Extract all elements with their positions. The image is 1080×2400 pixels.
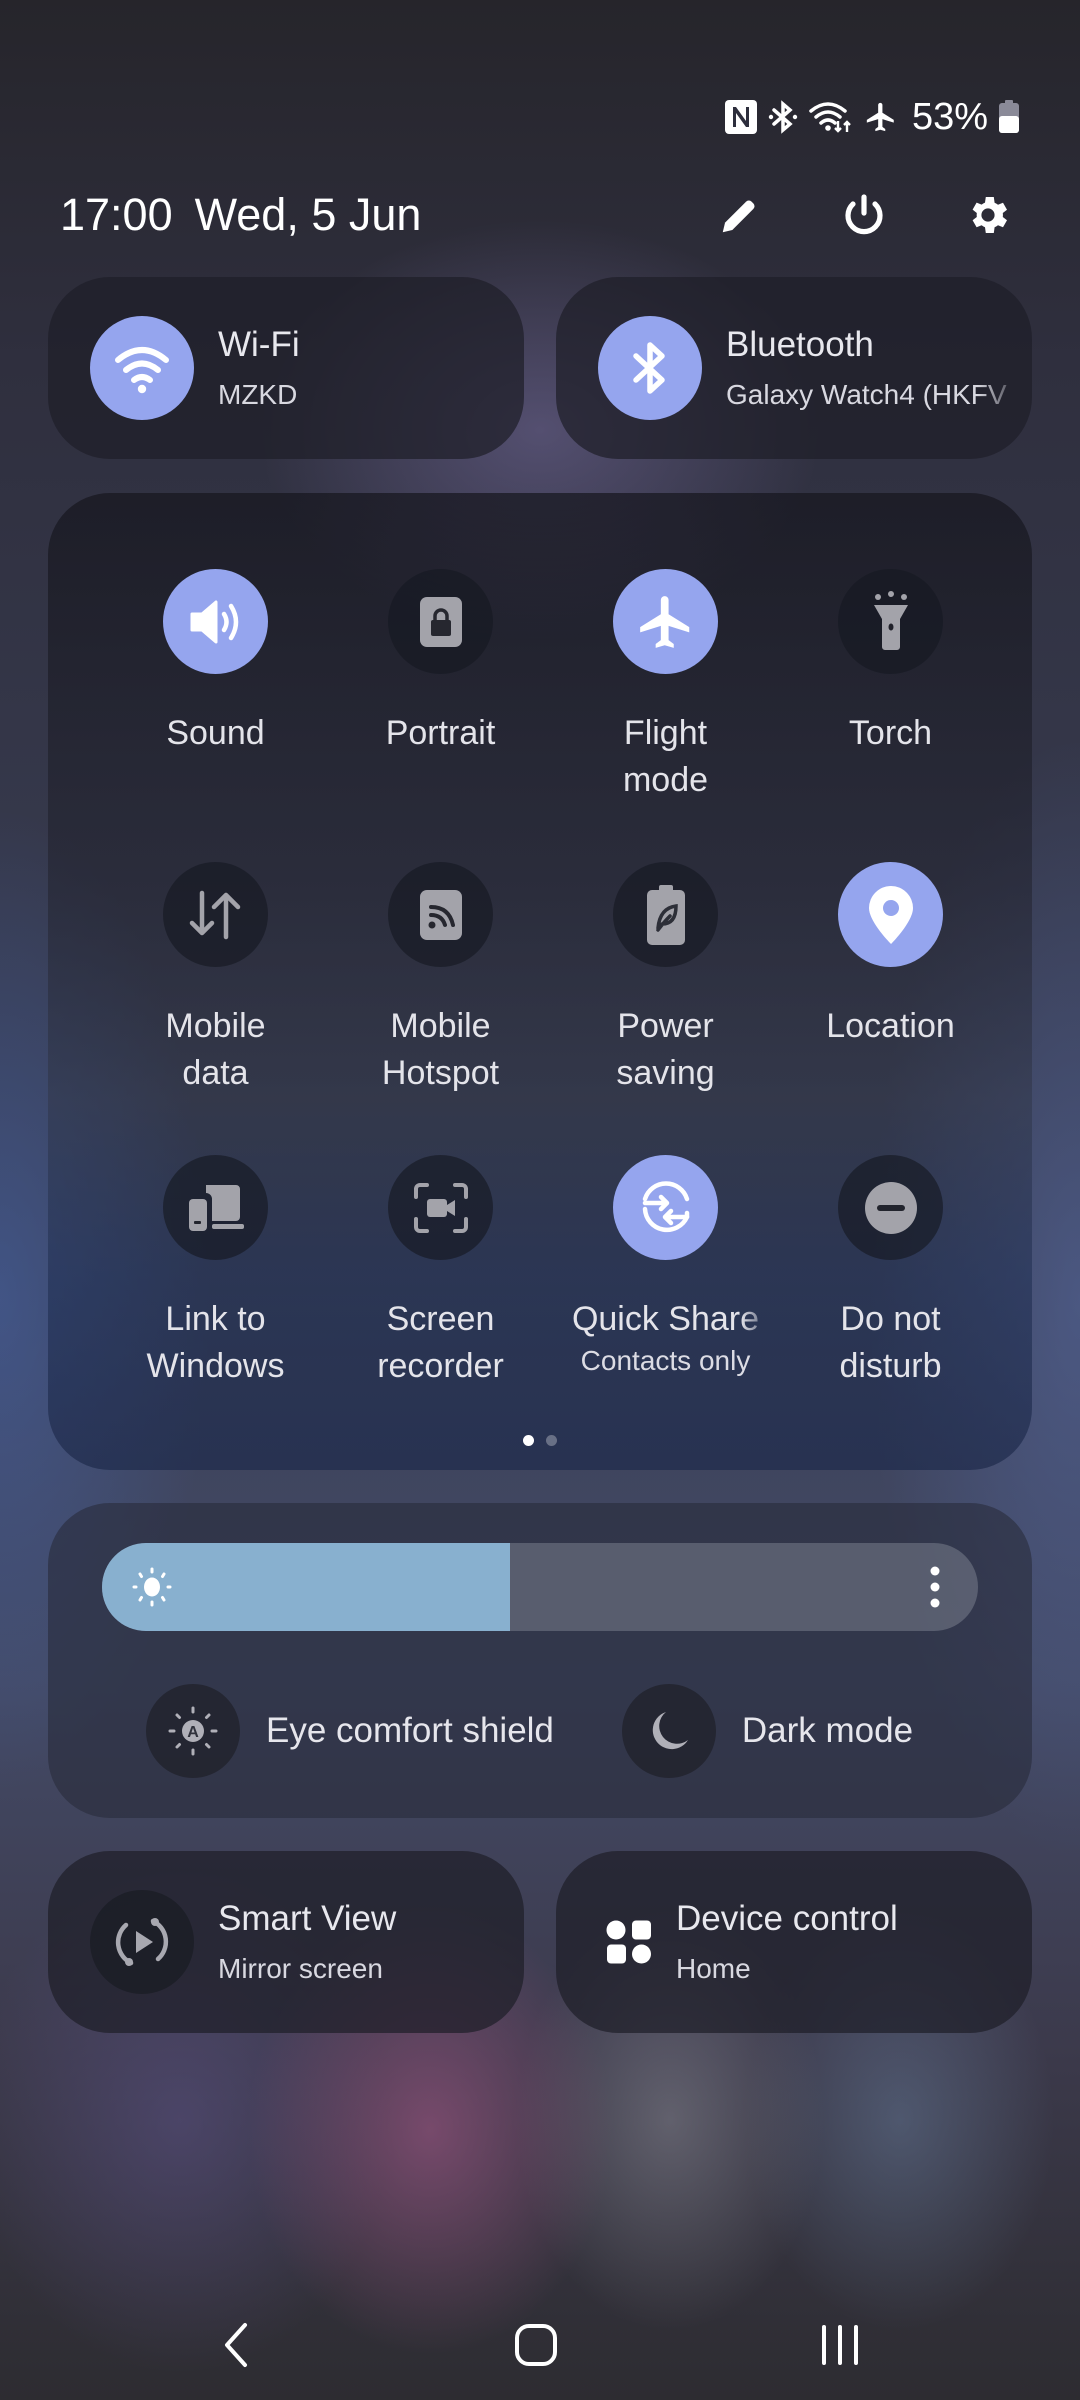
back-icon[interactable] [196,2315,276,2375]
device-control-icon [606,1919,652,1965]
quick-share-toggle[interactable] [613,1155,718,1260]
power-saving-icon [646,884,686,946]
recents-icon[interactable] [800,2315,880,2375]
quick-share-icon [635,1177,697,1239]
bluetooth-tile[interactable]: Bluetooth Galaxy Watch4 (HKFV [556,277,1032,459]
tile-sound[interactable]: Sound [103,569,328,862]
eye-comfort-shield-toggle[interactable]: A Eye comfort shield [146,1684,554,1778]
eye-comfort-icon: A [168,1706,218,1756]
svg-text:A: A [187,1724,199,1741]
page-dot-1[interactable] [523,1435,534,1446]
dark-mode-label: Dark mode [741,1711,914,1750]
status-bar: 53% [724,92,1020,142]
tile-sublabel: Contacts only [580,1345,751,1376]
airplane-icon [635,591,697,653]
device-control-tile[interactable]: Device control Home [556,1851,1032,2033]
date: Wed, 5 Jun [194,189,422,240]
flight-mode-toggle[interactable] [613,569,718,674]
battery-percent: 53% [911,95,988,138]
tile-portrait[interactable]: Portrait [328,569,553,862]
bluetooth-icon [768,99,798,135]
tile-mobile-hotspot[interactable]: Mobile Hotspot [328,862,553,1155]
tile-label: Power saving [616,1007,715,1092]
portrait-toggle[interactable] [388,569,493,674]
smart-view-subtitle: Mirror screen [218,1953,383,1984]
power-saving-toggle[interactable] [613,862,718,967]
tile-label: Mobile Hotspot [381,1007,500,1092]
pencil-icon[interactable] [708,183,772,247]
device-control-subtitle: Home [676,1953,751,1984]
tile-mobile-data[interactable]: Mobile data [103,862,328,1155]
tile-label: Flight mode [622,714,709,799]
wifi-data-icon [808,99,854,135]
torch-toggle[interactable] [838,569,943,674]
smart-view-icon [115,1918,169,1966]
tile-label: Link to Windows [146,1300,285,1385]
mobile-data-toggle[interactable] [163,862,268,967]
sun-icon [130,1565,174,1614]
tile-label: Do not disturb [839,1300,942,1385]
link-to-windows-icon [188,1183,244,1233]
do-not-disturb-toggle[interactable] [838,1155,943,1260]
tile-label: Portrait [385,714,496,752]
smart-view-tile[interactable]: Smart View Mirror screen [48,1851,524,2033]
header: 17:00 Wed, 5 Jun [60,185,1020,245]
brightness-panel: A Eye comfort shield Dark mode [48,1503,1032,1818]
bluetooth-device: Galaxy Watch4 (HKFV [726,379,1007,410]
smart-view-title: Smart View [218,1899,397,1938]
tile-screen-recorder[interactable]: Screen recorder [328,1155,553,1448]
tile-link-to-windows[interactable]: Link to Windows [103,1155,328,1448]
tile-label: Mobile data [165,1007,266,1092]
location-toggle[interactable] [838,862,943,967]
speaker-icon [186,594,246,650]
brightness-slider[interactable] [102,1543,978,1631]
moon-icon [652,1712,688,1750]
tile-do-not-disturb[interactable]: Do not disturb [778,1155,1003,1448]
screen-recorder-icon [413,1182,469,1233]
bluetooth-icon [633,342,665,394]
bluetooth-title: Bluetooth [726,325,874,364]
clock: 17:00 [60,189,173,240]
do-not-disturb-icon [863,1180,919,1236]
link-to-windows-toggle[interactable] [163,1155,268,1260]
page-dot-2[interactable] [546,1435,557,1446]
gear-icon[interactable] [956,183,1020,247]
wifi-icon [115,347,169,394]
tile-quick-share[interactable]: Quick Share Contacts only [553,1155,778,1448]
mobile-hotspot-toggle[interactable] [388,862,493,967]
wifi-title: Wi-Fi [218,325,300,364]
tile-label: Sound [166,714,265,752]
battery-icon [998,100,1020,134]
nfc-icon [724,99,758,135]
wifi-toggle[interactable] [90,316,194,420]
hotspot-icon [419,889,463,941]
tile-power-saving[interactable]: Power saving [553,862,778,1155]
dark-mode-toggle[interactable]: Dark mode [621,1684,914,1778]
wifi-tile[interactable]: Wi-Fi MZKD [48,277,524,459]
airplane-icon [864,99,898,135]
torch-icon [871,590,911,653]
wifi-network: MZKD [218,379,298,410]
tile-torch[interactable]: Torch [778,569,1003,862]
screen-recorder-toggle[interactable] [388,1155,493,1260]
home-icon[interactable] [496,2315,576,2375]
tile-label: Screen recorder [377,1300,504,1385]
page-indicator [48,1435,1032,1446]
location-pin-icon [867,884,915,946]
portrait-lock-icon [419,596,463,648]
tile-label: Quick Share [571,1300,760,1338]
power-icon[interactable] [832,183,896,247]
tile-label: Torch [848,714,933,752]
more-vertical-icon[interactable] [928,1565,942,1614]
device-control-title: Device control [676,1899,898,1938]
sound-toggle[interactable] [163,569,268,674]
quick-settings-panel: Sound Portrait Flight mode Torch Mobile data… [48,493,1032,1470]
tile-flight-mode[interactable]: Flight mode [553,569,778,862]
bluetooth-toggle[interactable] [598,316,702,420]
eye-comfort-label: Eye comfort shield [266,1711,554,1750]
tile-label: Location [826,1007,955,1045]
navigation-bar [0,2305,1080,2375]
mobile-data-icon [188,889,244,941]
tile-location[interactable]: Location [778,862,1003,1155]
